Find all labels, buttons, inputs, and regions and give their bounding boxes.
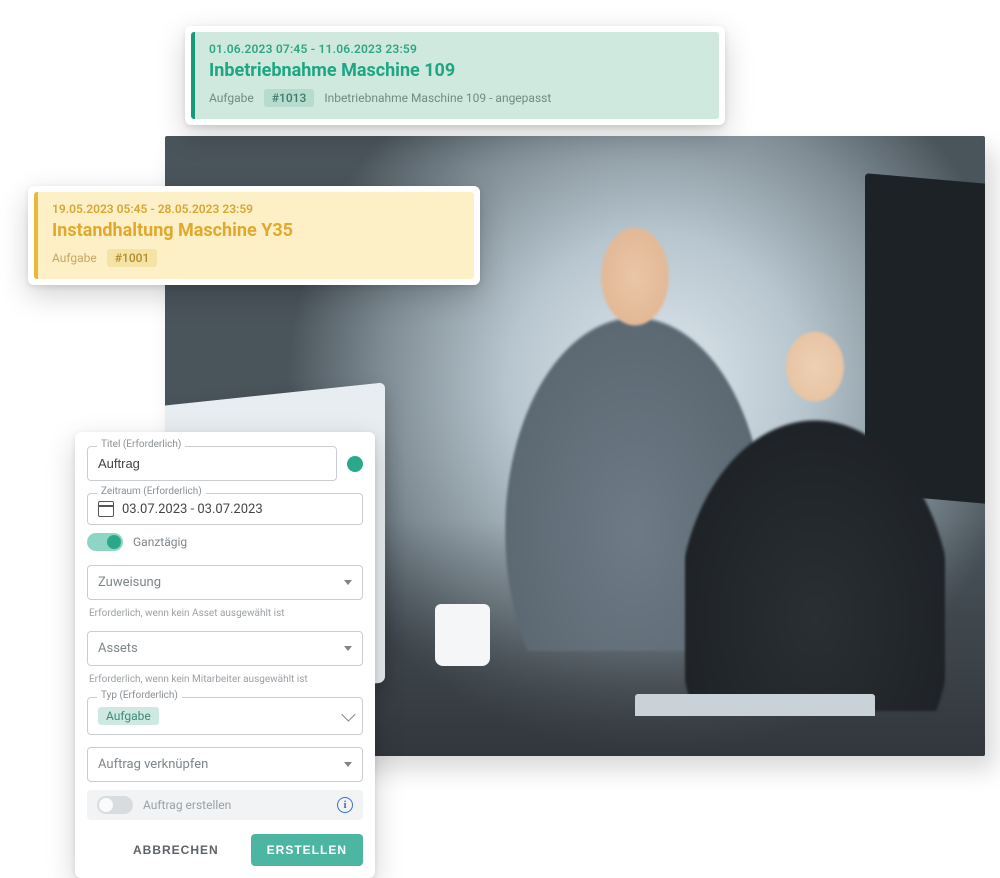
photo-mug	[435, 604, 490, 666]
type-select[interactable]: Aufgabe	[87, 697, 363, 735]
photo-person	[685, 291, 945, 711]
chevron-down-icon	[341, 708, 355, 722]
type-value-chip: Aufgabe	[98, 707, 159, 725]
create-button[interactable]: ERSTELLEN	[251, 834, 363, 866]
assignment-helper: Erforderlich, wenn kein Asset ausgewählt…	[89, 608, 361, 619]
info-icon[interactable]: i	[337, 797, 353, 813]
task-date-range: 01.06.2023 07:45 - 11.06.2023 23:59	[209, 42, 705, 56]
title-field-label: Titel (Erforderlich)	[97, 439, 185, 450]
assets-select[interactable]: Assets	[87, 631, 363, 666]
create-order-toggle[interactable]	[97, 796, 133, 814]
create-task-form: Titel (Erforderlich) Zeitraum (Erforderl…	[75, 432, 375, 878]
task-id-badge: #1001	[107, 249, 158, 267]
photo-laptop	[635, 694, 875, 716]
cancel-button[interactable]: ABBRECHEN	[117, 834, 235, 866]
allday-label: Ganztägig	[133, 535, 187, 549]
color-picker-dot[interactable]	[347, 456, 363, 472]
assets-helper: Erforderlich, wenn kein Mitarbeiter ausg…	[89, 674, 361, 685]
link-order-placeholder: Auftrag verknüpfen	[98, 757, 208, 772]
assets-placeholder: Assets	[98, 641, 138, 656]
type-field-label: Typ (Erforderlich)	[97, 690, 182, 701]
task-card-instandhaltung[interactable]: 19.05.2023 05:45 - 28.05.2023 23:59 Inst…	[28, 186, 480, 285]
link-order-select[interactable]: Auftrag verknüpfen	[87, 747, 363, 782]
task-description: Inbetriebnahme Maschine 109 - angepasst	[324, 91, 551, 105]
date-range-input[interactable]: 03.07.2023 - 03.07.2023	[87, 493, 363, 525]
title-input[interactable]	[87, 446, 337, 481]
allday-toggle[interactable]	[87, 533, 123, 551]
caret-down-icon	[344, 646, 352, 651]
caret-down-icon	[344, 762, 352, 767]
task-title: Instandhaltung Maschine Y35	[52, 220, 460, 241]
task-card-inbetriebnahme[interactable]: 01.06.2023 07:45 - 11.06.2023 23:59 Inbe…	[185, 26, 725, 125]
assignment-select[interactable]: Zuweisung	[87, 565, 363, 600]
assignment-placeholder: Zuweisung	[98, 575, 161, 590]
task-date-range: 19.05.2023 05:45 - 28.05.2023 23:59	[52, 202, 460, 216]
task-title: Inbetriebnahme Maschine 109	[209, 60, 705, 81]
calendar-icon	[98, 501, 114, 517]
date-field-label: Zeitraum (Erforderlich)	[97, 486, 206, 497]
date-range-value: 03.07.2023 - 03.07.2023	[122, 502, 263, 517]
task-type-label: Aufgabe	[209, 91, 254, 105]
create-order-label: Auftrag erstellen	[143, 798, 327, 812]
task-id-badge: #1013	[264, 89, 315, 107]
caret-down-icon	[344, 580, 352, 585]
task-type-label: Aufgabe	[52, 251, 97, 265]
